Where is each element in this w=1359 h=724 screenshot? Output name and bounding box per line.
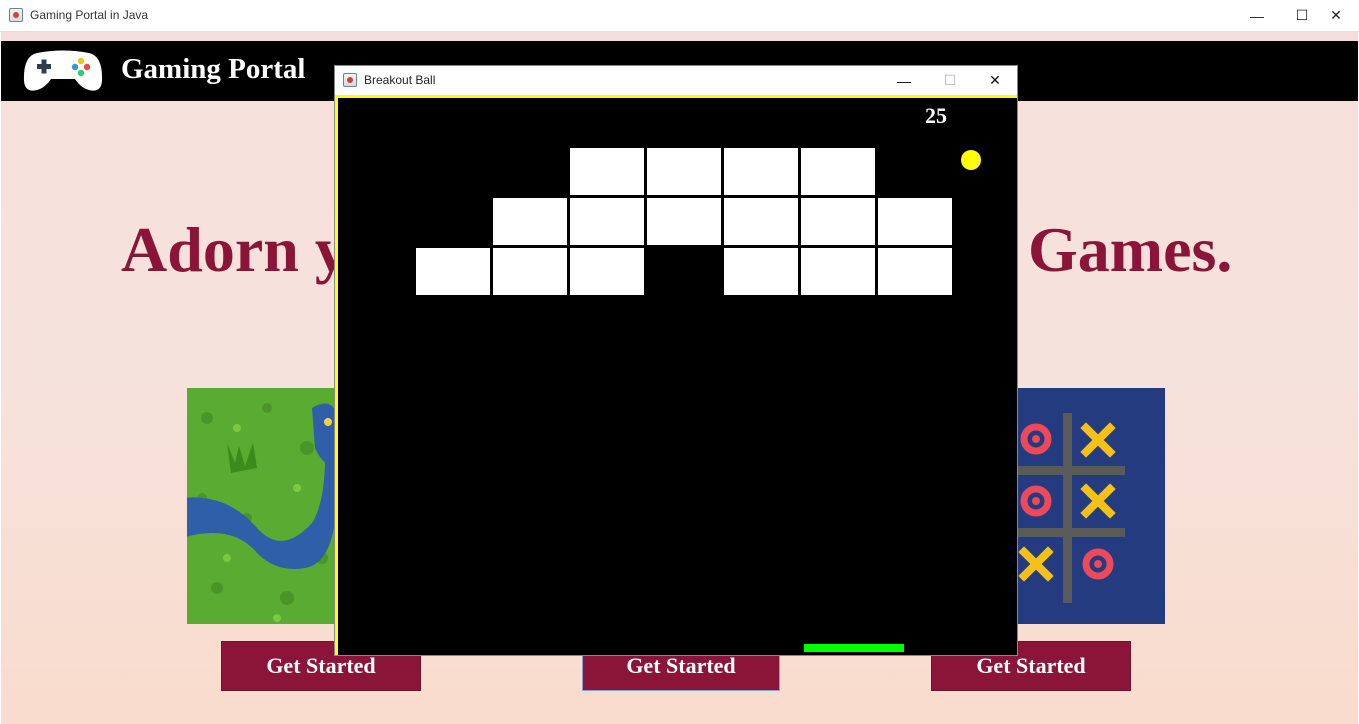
breakout-close-button[interactable]: ✕	[972, 66, 1018, 95]
brick	[724, 198, 798, 245]
brand-title: Gaming Portal	[121, 53, 306, 85]
hero-headline-left: Adorn y	[121, 214, 347, 285]
brick	[878, 248, 952, 295]
minimize-button[interactable]: —	[1234, 0, 1280, 31]
hero-headline-right: Games.	[1028, 214, 1233, 285]
brick	[724, 148, 798, 195]
brick	[570, 148, 644, 195]
ball	[961, 150, 981, 170]
breakout-window-title: Breakout Ball	[364, 73, 436, 87]
brick	[493, 248, 567, 295]
close-button[interactable]: ✕	[1313, 0, 1359, 31]
paddle[interactable]	[804, 644, 904, 652]
breakout-window: Breakout Ball — ☐ ✕ 25	[334, 65, 1018, 656]
brick	[801, 248, 875, 295]
window-title: Gaming Portal in Java	[30, 8, 149, 22]
brick	[801, 198, 875, 245]
java-app-icon	[343, 73, 357, 87]
gamepad-icon	[23, 50, 103, 91]
breakout-titlebar: Breakout Ball — ☐ ✕	[335, 66, 1017, 95]
score-label: 25	[925, 103, 947, 128]
tictactoe-game-image	[1018, 388, 1165, 624]
brick	[724, 248, 798, 295]
brick	[493, 198, 567, 245]
breakout-board[interactable]: 25	[335, 95, 1017, 655]
snake-game-image	[187, 388, 337, 624]
brick	[570, 248, 644, 295]
brick	[801, 148, 875, 195]
brick	[647, 198, 721, 245]
breakout-minimize-button[interactable]: —	[881, 66, 927, 95]
brick	[570, 198, 644, 245]
window-titlebar: Gaming Portal in Java — ☐ ✕	[0, 0, 1359, 32]
brick	[647, 148, 721, 195]
breakout-maximize-button[interactable]: ☐	[927, 66, 973, 95]
brick	[416, 248, 490, 295]
java-app-icon	[9, 8, 23, 22]
brick	[878, 198, 952, 245]
